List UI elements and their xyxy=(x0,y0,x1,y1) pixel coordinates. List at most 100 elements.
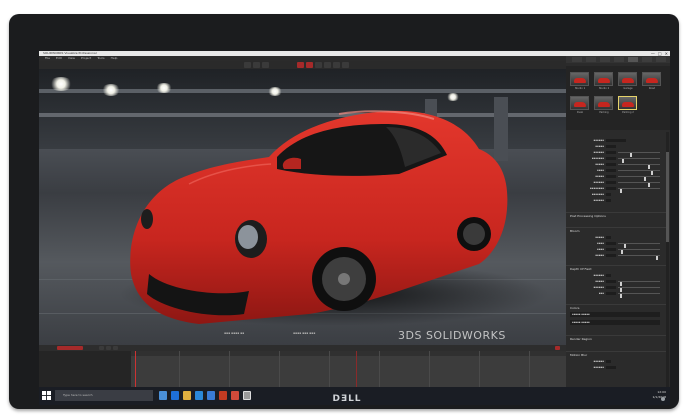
tool-button-light[interactable] xyxy=(324,62,331,68)
file-explorer-icon[interactable] xyxy=(183,391,191,400)
render-mode-button[interactable] xyxy=(297,62,304,68)
colors-dropdown[interactable]: ▪▪▪▪▪ ▪▪▪▪▪ xyxy=(570,312,660,317)
prop-label: ▪▪▪▪▪ xyxy=(595,280,604,283)
slider-knob[interactable] xyxy=(656,255,658,260)
timeline-track-list[interactable] xyxy=(39,351,131,387)
tab-appearances[interactable] xyxy=(586,57,596,62)
prop-slider[interactable] xyxy=(618,287,660,292)
prop-row: ▪▪▪▪ xyxy=(566,247,666,254)
prop-field[interactable] xyxy=(606,175,616,178)
prop-checkbox[interactable] xyxy=(606,199,611,202)
prop-slider[interactable] xyxy=(618,243,660,248)
prop-field[interactable] xyxy=(606,366,616,369)
section-post-processing[interactable]: Post Processing Options xyxy=(566,212,666,218)
tool-button-pan[interactable] xyxy=(253,62,260,68)
prop-checkbox[interactable] xyxy=(606,236,611,239)
prop-field[interactable] xyxy=(606,187,616,190)
tab-environments[interactable] xyxy=(628,57,638,62)
visualize-icon[interactable] xyxy=(243,391,251,400)
prop-slider[interactable] xyxy=(618,249,660,254)
prop-field[interactable] xyxy=(606,286,616,289)
prop-slider[interactable] xyxy=(618,170,660,175)
prop-field[interactable] xyxy=(606,145,616,148)
render-viewport[interactable]: ▪▪▪ ▪▪▪▪ ▪▪ ▪▪▪▪ ▪▪▪ ▪▪▪ 3DS SOLIDWORKS xyxy=(39,69,566,345)
section-colors[interactable]: Colors xyxy=(566,304,666,310)
tool-button-select[interactable] xyxy=(244,62,251,68)
prop-slider[interactable] xyxy=(618,176,660,181)
section-depth-of-field[interactable]: Depth Of Field xyxy=(566,265,666,271)
prop-row: ▪▪▪▪▪▪ xyxy=(566,198,666,203)
timeline-playhead[interactable] xyxy=(135,351,136,387)
prop-checkbox[interactable] xyxy=(606,360,611,363)
section-bloom[interactable]: Bloom xyxy=(566,227,666,233)
prop-label: ▪▪▪▪▪▪▪ xyxy=(591,157,604,160)
prop-field[interactable] xyxy=(606,254,616,257)
loop-button[interactable] xyxy=(113,346,118,350)
timeline-keyframe[interactable] xyxy=(356,351,357,387)
prop-slider[interactable] xyxy=(618,255,660,260)
tool-button-camera[interactable] xyxy=(315,62,322,68)
section-render-region[interactable]: Render Region xyxy=(566,335,666,341)
taskbar-search-input[interactable]: Type here to search xyxy=(55,390,153,401)
mail-icon[interactable] xyxy=(207,391,215,400)
play-button[interactable] xyxy=(99,346,104,350)
prop-row: ▪▪▪▪▪▪ xyxy=(566,359,666,364)
prop-slider[interactable] xyxy=(618,182,660,187)
environment-thumbnail[interactable] xyxy=(642,72,661,86)
prop-field[interactable] xyxy=(606,163,616,166)
prop-field[interactable] xyxy=(606,292,616,295)
windows-start-icon[interactable] xyxy=(42,391,51,400)
prop-field[interactable] xyxy=(606,280,616,283)
tool-button-redo[interactable] xyxy=(342,62,349,68)
section-motion-blur[interactable]: Motion Blur xyxy=(566,351,666,357)
environment-thumbnail[interactable] xyxy=(594,72,613,86)
prop-checkbox[interactable] xyxy=(606,193,611,196)
timeline-record-button[interactable] xyxy=(57,346,83,350)
prop-row: ▪▪▪▪▪▪ xyxy=(566,138,666,143)
timeline-tick xyxy=(229,351,230,387)
panel-scrollbar[interactable] xyxy=(666,132,669,387)
environment-thumbnail[interactable] xyxy=(570,72,589,86)
timeline-close-button[interactable] xyxy=(555,346,560,350)
tab-settings[interactable] xyxy=(656,57,666,62)
tab-cameras[interactable] xyxy=(614,57,624,62)
environment-thumbnail[interactable] xyxy=(618,72,637,86)
environment-thumbnail[interactable] xyxy=(594,96,613,110)
prop-slider[interactable] xyxy=(618,158,660,163)
prop-field[interactable] xyxy=(606,169,616,172)
prop-field[interactable] xyxy=(606,157,616,160)
edge-icon[interactable] xyxy=(171,391,179,400)
prop-slider[interactable] xyxy=(618,293,660,298)
tab-libraries[interactable] xyxy=(642,57,652,62)
power-button[interactable] xyxy=(661,397,665,401)
tool-button-undo[interactable] xyxy=(333,62,340,68)
environment-thumbnail[interactable] xyxy=(570,96,589,110)
app-icon[interactable] xyxy=(231,391,239,400)
prop-checkbox[interactable] xyxy=(606,274,611,277)
prop-slider[interactable] xyxy=(618,152,660,157)
tool-button-zoom[interactable] xyxy=(262,62,269,68)
colors-dropdown[interactable]: ▪▪▪▪▪ ▪▪▪▪▪ xyxy=(570,320,660,325)
prop-slider[interactable] xyxy=(618,281,660,286)
environment-thumbnail-selected[interactable] xyxy=(618,96,637,110)
dell-logo: DƎLL xyxy=(332,394,362,404)
prop-field[interactable] xyxy=(606,139,626,142)
prop-field[interactable] xyxy=(606,242,616,245)
scrollbar-thumb[interactable] xyxy=(666,152,669,242)
prop-field[interactable] xyxy=(606,181,616,184)
store-icon[interactable] xyxy=(195,391,203,400)
prop-field[interactable] xyxy=(606,151,616,154)
timeline-track[interactable] xyxy=(131,356,566,387)
task-view-icon[interactable] xyxy=(159,391,167,400)
record-button[interactable] xyxy=(306,62,313,68)
tab-models[interactable] xyxy=(572,57,582,62)
slider-knob[interactable] xyxy=(620,293,622,298)
prop-field[interactable] xyxy=(606,248,616,251)
prop-slider[interactable] xyxy=(618,164,660,169)
solidworks-icon[interactable] xyxy=(219,391,227,400)
stop-button[interactable] xyxy=(106,346,111,350)
prop-slider[interactable] xyxy=(618,188,660,193)
prop-label: ▪▪▪▪▪ xyxy=(595,163,604,166)
tab-scenes[interactable] xyxy=(600,57,610,62)
viewport-toolbar xyxy=(39,61,566,69)
